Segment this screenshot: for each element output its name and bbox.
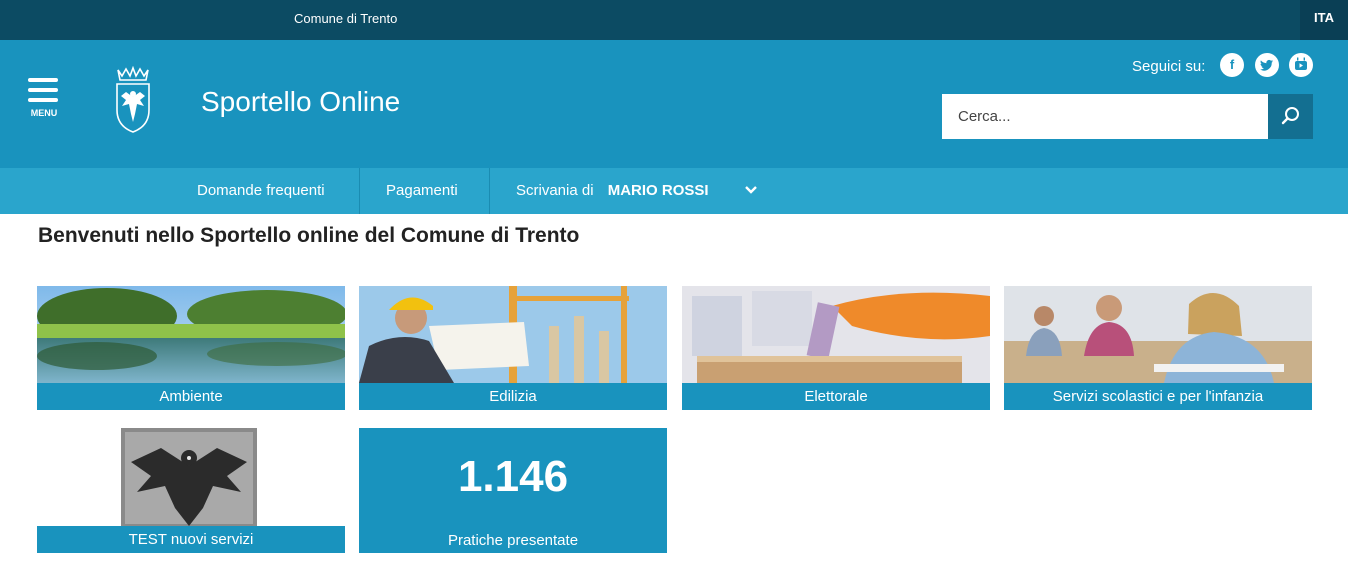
youtube-icon[interactable] xyxy=(1289,53,1313,77)
hamburger-icon xyxy=(28,78,58,82)
nav-user-desk[interactable]: Scrivania di MARIO ROSSI xyxy=(516,168,709,214)
tile-label: Servizi scolastici e per l'infanzia xyxy=(1004,383,1312,410)
search-icon xyxy=(1281,107,1299,125)
stat-label: Pratiche presentate xyxy=(447,532,579,549)
tile-label: Edilizia xyxy=(359,383,667,410)
tile-label: Ambiente xyxy=(37,383,345,410)
site-name-link[interactable]: Comune di Trento xyxy=(294,11,397,26)
page-title[interactable]: Sportello Online xyxy=(201,86,400,118)
stat-pratiche-presentate[interactable]: 1.146 Pratiche presentate xyxy=(359,428,667,553)
edilizia-image xyxy=(359,286,667,383)
tile-ambiente[interactable]: Ambiente xyxy=(37,286,345,410)
menu-label: MENU xyxy=(30,108,58,118)
desk-label: Scrivania di xyxy=(516,182,594,199)
header: MENU Sportello Online Seguici su: f xyxy=(0,40,1348,168)
ambiente-image xyxy=(37,286,345,383)
tile-label: TEST nuovi servizi xyxy=(37,526,345,553)
user-name: MARIO ROSSI xyxy=(607,182,709,199)
tile-test-nuovi-servizi[interactable]: TEST nuovi servizi xyxy=(37,428,345,553)
elettorale-image xyxy=(682,286,990,383)
welcome-heading: Benvenuti nello Sportello online del Com… xyxy=(38,224,580,247)
tile-servizi-scolastici[interactable]: Servizi scolastici e per l'infanzia xyxy=(1004,286,1312,410)
servizi-scolastici-image xyxy=(1004,286,1312,383)
chevron-down-icon[interactable] xyxy=(744,185,758,195)
coat-of-arms-logo[interactable] xyxy=(112,66,154,134)
nav-divider xyxy=(359,168,360,214)
facebook-icon[interactable]: f xyxy=(1220,53,1244,77)
follow-label: Seguici su: xyxy=(1132,58,1206,75)
tile-edilizia[interactable]: Edilizia xyxy=(359,286,667,410)
main-nav: Domande frequenti Pagamenti Scrivania di… xyxy=(0,168,1348,214)
search-input[interactable] xyxy=(942,94,1268,139)
twitter-icon[interactable] xyxy=(1255,53,1279,77)
tile-elettorale[interactable]: Elettorale xyxy=(682,286,990,410)
search-bar xyxy=(942,94,1313,139)
hamburger-icon-bar xyxy=(28,88,58,92)
hamburger-icon-bar xyxy=(28,98,58,102)
nav-divider xyxy=(489,168,490,214)
stat-value: 1.146 xyxy=(457,452,569,501)
eagle-emblem-image xyxy=(121,428,257,528)
nav-faq[interactable]: Domande frequenti xyxy=(197,168,325,214)
nav-payments[interactable]: Pagamenti xyxy=(386,168,458,214)
search-button[interactable] xyxy=(1268,94,1313,139)
tile-label: Elettorale xyxy=(682,383,990,410)
menu-button[interactable]: MENU xyxy=(26,78,62,128)
top-bar: Comune di Trento ITA xyxy=(0,0,1348,40)
language-selector[interactable]: ITA xyxy=(1300,0,1348,40)
